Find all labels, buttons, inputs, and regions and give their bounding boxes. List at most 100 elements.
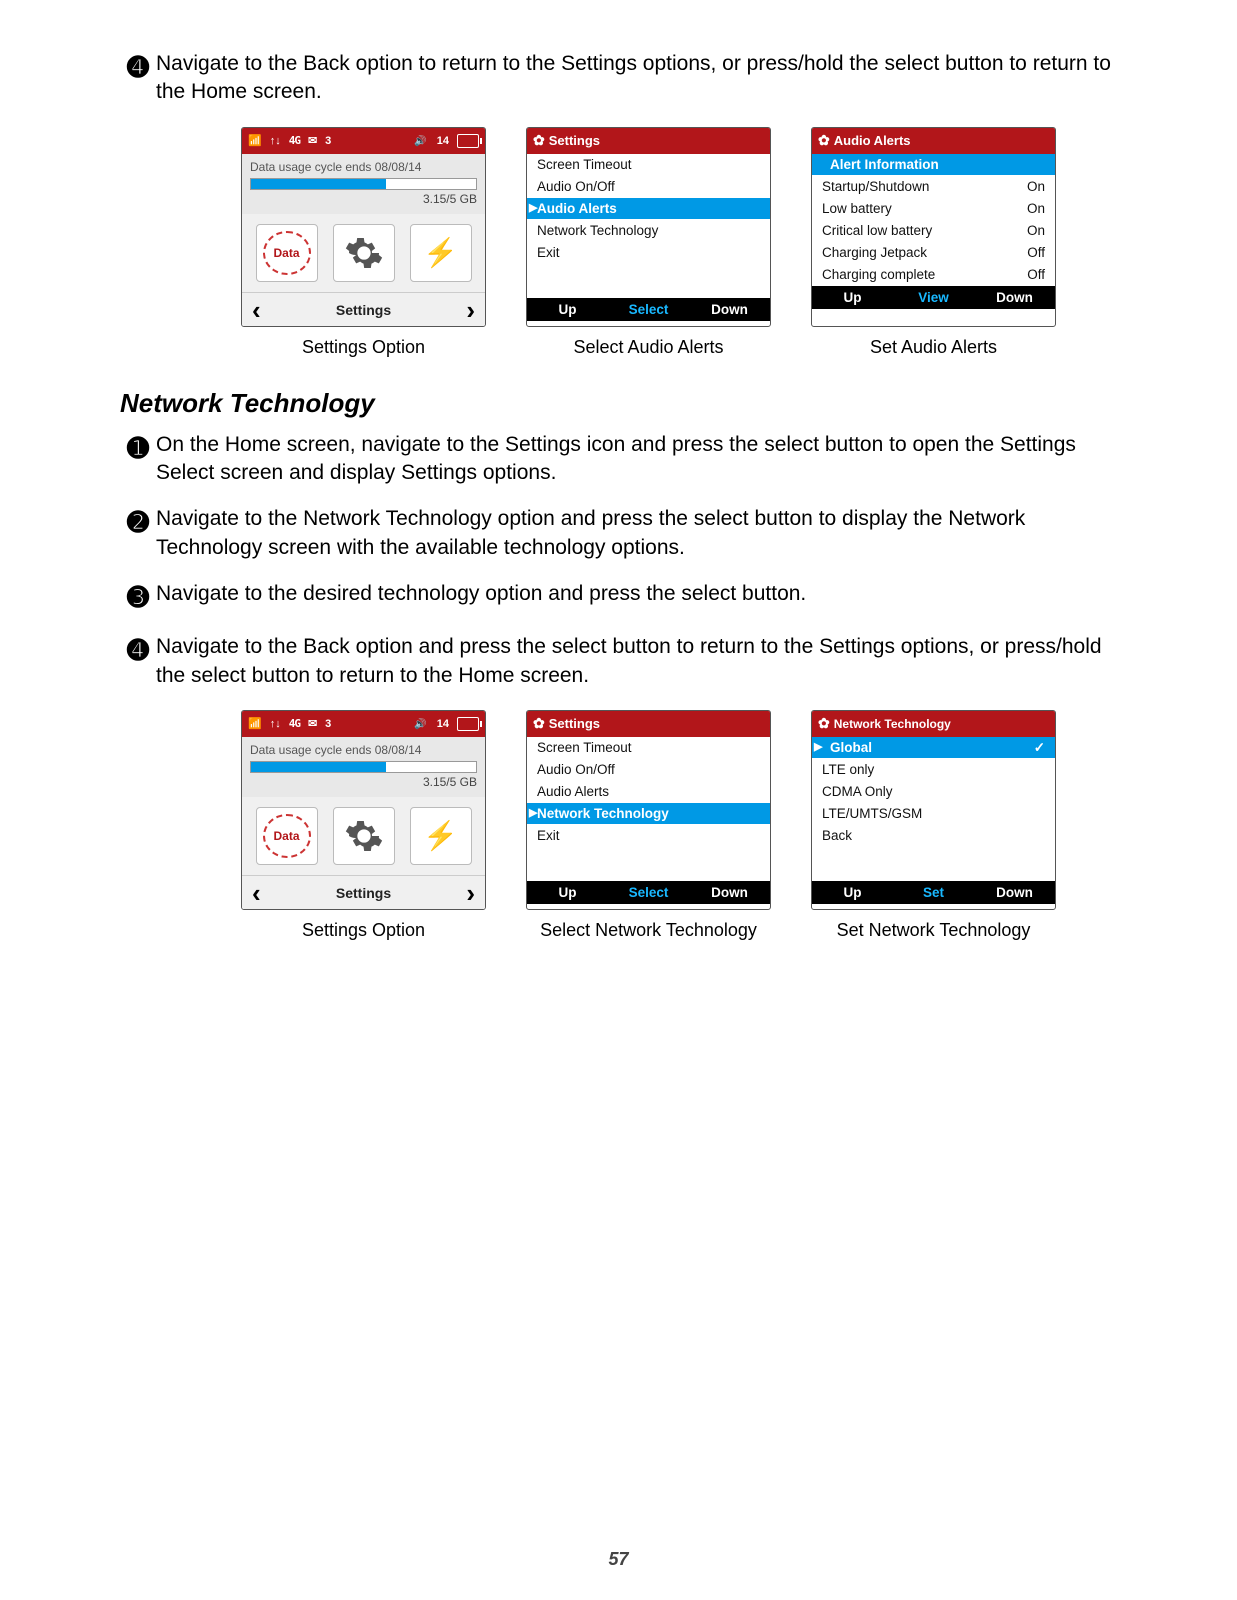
softkey-up[interactable]: Up bbox=[527, 298, 608, 321]
usage-bar bbox=[250, 761, 477, 773]
wifi-broadcast-icon bbox=[414, 135, 428, 147]
gear-icon bbox=[818, 132, 834, 149]
figure-settings-option-1: 4G 3 14 Data usage cycle ends 08/08/14 3… bbox=[241, 127, 486, 358]
row-low-battery[interactable]: Low battery On bbox=[812, 198, 1055, 220]
row-label: Critical low battery bbox=[822, 223, 932, 238]
item-exit[interactable]: Exit bbox=[527, 242, 770, 264]
device-settings-2: Settings Screen Timeout Audio On/Off Aud… bbox=[526, 710, 771, 910]
audio-alerts-list: Alert Information Startup/Shutdown On Lo… bbox=[812, 154, 1055, 286]
wifi-count: 14 bbox=[437, 135, 449, 147]
row-critical-low-battery[interactable]: Critical low battery On bbox=[812, 220, 1055, 242]
nettech-list: Global ✓ LTE only CDMA Only LTE/UMTS/GSM… bbox=[812, 737, 1055, 881]
row-global[interactable]: Global ✓ bbox=[812, 737, 1055, 759]
nav-left-icon[interactable]: ‹ bbox=[252, 295, 261, 326]
nav-row: ‹ Settings › bbox=[242, 292, 485, 327]
row-label: Charging Jetpack bbox=[822, 245, 927, 260]
title-text: Network Technology bbox=[834, 717, 951, 731]
settings-icon[interactable] bbox=[333, 807, 395, 865]
softkey-bar: Up Select Down bbox=[527, 298, 770, 321]
row-label: Startup/Shutdown bbox=[822, 179, 929, 194]
softkey-bar: Up View Down bbox=[812, 286, 1055, 309]
row-charging-jetpack[interactable]: Charging Jetpack Off bbox=[812, 242, 1055, 264]
softkey-down[interactable]: Down bbox=[974, 881, 1055, 904]
nav-row: ‹ Settings › bbox=[242, 875, 485, 910]
softkey-down[interactable]: Down bbox=[974, 286, 1055, 309]
item-screen-timeout[interactable]: Screen Timeout bbox=[527, 154, 770, 176]
item-audio-onoff[interactable]: Audio On/Off bbox=[527, 759, 770, 781]
figure-caption: Select Audio Alerts bbox=[573, 337, 723, 358]
usage-amount: 3.15/5 GB bbox=[250, 192, 477, 206]
row-lte-only[interactable]: LTE only bbox=[812, 759, 1055, 781]
row-back[interactable]: Back bbox=[812, 825, 1055, 847]
item-network-technology[interactable]: Network Technology bbox=[527, 803, 770, 825]
figure-settings-option-2: 4G 3 14 Data usage cycle ends 08/08/14 3… bbox=[241, 710, 486, 941]
row-value: On bbox=[1027, 223, 1045, 238]
softkey-down[interactable]: Down bbox=[689, 881, 770, 904]
settings-list: Screen Timeout Audio On/Off Audio Alerts… bbox=[527, 154, 770, 298]
row-label: Charging complete bbox=[822, 267, 935, 282]
item-exit[interactable]: Exit bbox=[527, 825, 770, 847]
icon-carousel: Data ⚡ bbox=[242, 797, 485, 875]
head-label: Alert Information bbox=[830, 157, 939, 172]
gear-icon bbox=[818, 715, 834, 732]
message-icon bbox=[308, 134, 317, 147]
title-bar: Network Technology bbox=[812, 711, 1055, 737]
item-screen-timeout[interactable]: Screen Timeout bbox=[527, 737, 770, 759]
nav-right-icon[interactable]: › bbox=[466, 295, 475, 326]
usage-cycle-label: Data usage cycle ends 08/08/14 bbox=[250, 743, 477, 757]
row-charging-complete[interactable]: Charging complete Off bbox=[812, 264, 1055, 286]
row-label: Global bbox=[830, 740, 872, 755]
softkey-set[interactable]: Set bbox=[893, 881, 974, 904]
figure-caption: Settings Option bbox=[302, 920, 425, 941]
figure-caption: Select Network Technology bbox=[540, 920, 757, 941]
step-number: ➍ bbox=[120, 633, 156, 690]
softkey-view[interactable]: View bbox=[893, 286, 974, 309]
softkey-down[interactable]: Down bbox=[689, 298, 770, 321]
figure-set-audio-alerts: Audio Alerts Alert Information Startup/S… bbox=[811, 127, 1056, 358]
gear-icon bbox=[533, 132, 549, 149]
title-text: Settings bbox=[549, 133, 600, 148]
status-bar: 4G 3 14 bbox=[242, 128, 485, 154]
device-home-2: 4G 3 14 Data usage cycle ends 08/08/14 3… bbox=[241, 710, 486, 910]
item-network-technology[interactable]: Network Technology bbox=[527, 220, 770, 242]
power-icon[interactable]: ⚡ bbox=[410, 224, 472, 282]
softkey-up[interactable]: Up bbox=[812, 881, 893, 904]
title-bar: Audio Alerts bbox=[812, 128, 1055, 154]
battery-icon bbox=[457, 134, 479, 148]
item-audio-onoff[interactable]: Audio On/Off bbox=[527, 176, 770, 198]
device-audio-alerts: Audio Alerts Alert Information Startup/S… bbox=[811, 127, 1056, 327]
step-4-top: ➍ Navigate to the Back option to return … bbox=[120, 50, 1117, 107]
data-usage-panel: Data usage cycle ends 08/08/14 3.15/5 GB bbox=[242, 737, 485, 797]
title-text: Settings bbox=[549, 716, 600, 731]
nav-left-icon[interactable]: ‹ bbox=[252, 878, 261, 909]
softkey-select[interactable]: Select bbox=[608, 298, 689, 321]
nav-right-icon[interactable]: › bbox=[466, 878, 475, 909]
row-cdma-only[interactable]: CDMA Only bbox=[812, 781, 1055, 803]
softkey-up[interactable]: Up bbox=[812, 286, 893, 309]
status-bar: 4G 3 14 bbox=[242, 711, 485, 737]
data-usage-panel: Data usage cycle ends 08/08/14 3.15/5 GB bbox=[242, 154, 485, 214]
data-icon[interactable]: Data bbox=[256, 224, 318, 282]
row-startup[interactable]: Startup/Shutdown On bbox=[812, 176, 1055, 198]
softkey-up[interactable]: Up bbox=[527, 881, 608, 904]
item-audio-alerts[interactable]: Audio Alerts bbox=[527, 781, 770, 803]
check-icon: ✓ bbox=[1034, 740, 1045, 756]
step-1: ➊ On the Home screen, navigate to the Se… bbox=[120, 431, 1117, 488]
data-icon[interactable]: Data bbox=[256, 807, 318, 865]
step-text: Navigate to the Back option to return to… bbox=[156, 50, 1117, 107]
step-text: On the Home screen, navigate to the Sett… bbox=[156, 431, 1117, 488]
figure-select-network-tech: Settings Screen Timeout Audio On/Off Aud… bbox=[526, 710, 771, 941]
row-value: On bbox=[1027, 201, 1045, 216]
softkey-select[interactable]: Select bbox=[608, 881, 689, 904]
settings-list: Screen Timeout Audio On/Off Audio Alerts… bbox=[527, 737, 770, 881]
power-icon[interactable]: ⚡ bbox=[410, 807, 472, 865]
message-count: 3 bbox=[325, 718, 331, 730]
row-lte-umts-gsm[interactable]: LTE/UMTS/GSM bbox=[812, 803, 1055, 825]
row-alert-info[interactable]: Alert Information bbox=[812, 154, 1055, 176]
settings-icon[interactable] bbox=[333, 224, 395, 282]
usage-cycle-label: Data usage cycle ends 08/08/14 bbox=[250, 160, 477, 174]
item-audio-alerts[interactable]: Audio Alerts bbox=[527, 198, 770, 220]
step-text: Navigate to the desired technology optio… bbox=[156, 580, 1117, 615]
figure-set-network-tech: Network Technology Global ✓ LTE only CDM… bbox=[811, 710, 1056, 941]
title-text: Audio Alerts bbox=[834, 133, 911, 148]
